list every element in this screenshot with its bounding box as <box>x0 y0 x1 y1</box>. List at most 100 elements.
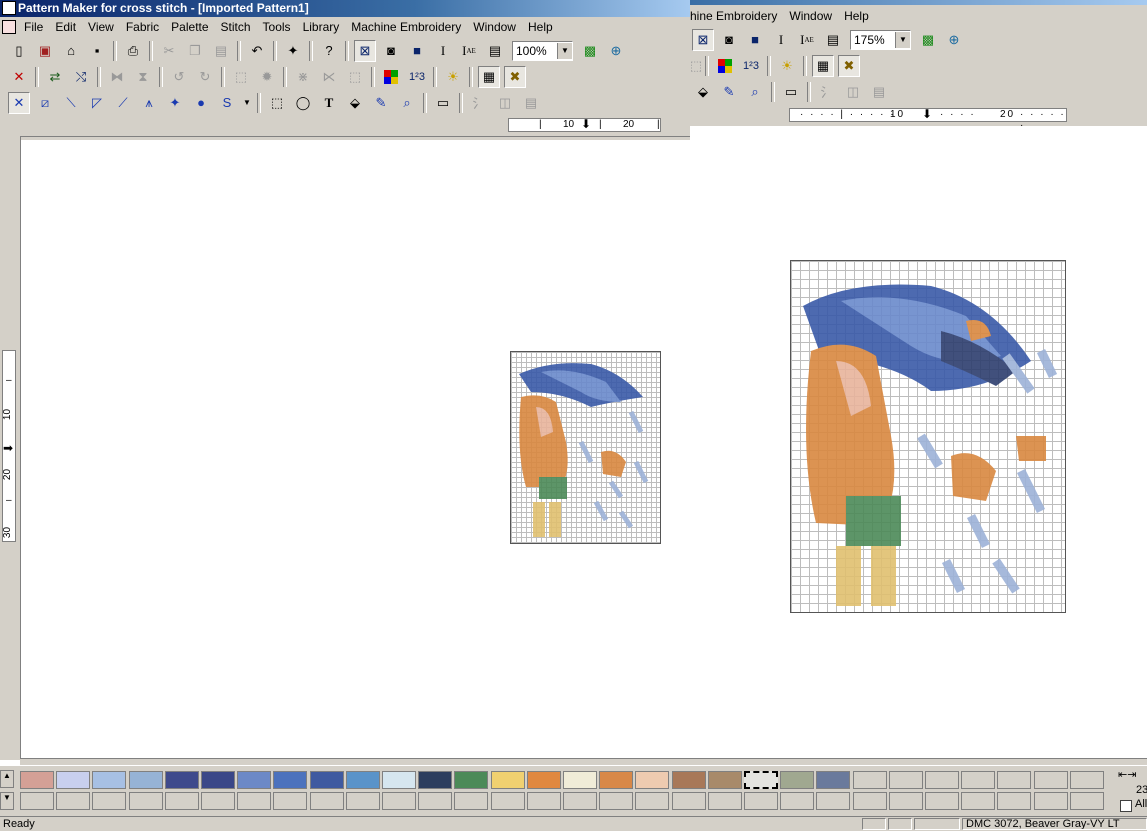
zoom-select-right[interactable]: 175% ▼ <box>850 29 911 50</box>
print-icon[interactable]: ⎙ <box>122 40 144 62</box>
menu-file[interactable]: File <box>18 20 49 34</box>
palette-swatch[interactable] <box>925 771 959 789</box>
palette-nav-arrows-icon[interactable]: ⇤⇥ <box>1118 768 1146 782</box>
cross-icon[interactable]: ✖ <box>504 65 526 88</box>
palette-swatch[interactable] <box>128 771 163 789</box>
quarter-stitch-icon[interactable]: ⟍ <box>60 92 82 114</box>
french-knot-icon[interactable]: ⩚ <box>138 92 160 114</box>
palette-swatch[interactable] <box>418 771 453 789</box>
palette-swatch[interactable] <box>201 771 235 789</box>
palette-swatch[interactable] <box>997 771 1032 789</box>
palette-swatch[interactable] <box>852 771 887 789</box>
erase-icon[interactable]: ⺡ <box>816 81 838 103</box>
numbers-icon[interactable]: 1²3 <box>406 66 428 88</box>
palette-swatch[interactable] <box>56 771 91 789</box>
mirror-icon[interactable]: ⋇ <box>292 66 314 88</box>
palette-swatch-empty[interactable] <box>599 792 634 810</box>
menu-stitch[interactable]: Stitch <box>215 20 257 34</box>
import-icon[interactable]: ▣ <box>34 40 56 62</box>
palette-swatch-empty[interactable] <box>635 792 670 810</box>
palette-swatch[interactable] <box>816 771 851 789</box>
palette-swatch[interactable] <box>671 771 706 789</box>
notes-icon[interactable]: ▤ <box>484 40 506 62</box>
palette-swatch-empty[interactable] <box>382 792 416 810</box>
wizard-icon[interactable]: ✦ <box>282 40 304 62</box>
palette-swatch-empty[interactable] <box>418 792 453 810</box>
palette-swatch-empty[interactable] <box>164 792 199 810</box>
fit-icon[interactable]: ▩ <box>917 29 939 51</box>
font-icon[interactable]: I AE <box>796 29 818 51</box>
rect-select-icon[interactable]: ⬚ <box>266 92 288 114</box>
cut-icon[interactable]: ✂ <box>158 40 180 62</box>
palette-swatch-empty[interactable] <box>961 792 996 810</box>
palette-swatch[interactable] <box>780 771 815 789</box>
palette-swatch-empty[interactable] <box>925 792 959 810</box>
block-view-icon[interactable]: ■ <box>406 40 428 62</box>
palette-swatch-empty[interactable] <box>237 792 272 810</box>
half-stitch-icon[interactable]: ⧄ <box>34 92 56 114</box>
undo-icon[interactable]: ↶ <box>246 40 268 62</box>
palette-swatch[interactable] <box>92 771 127 789</box>
menu-fabric[interactable]: Fabric <box>120 20 165 34</box>
palette-swatch[interactable] <box>1033 771 1068 789</box>
block-view-icon[interactable]: ■ <box>744 29 766 51</box>
palette-swatch-empty[interactable] <box>56 792 91 810</box>
menu-window-right[interactable]: Window <box>783 9 838 23</box>
delete-icon[interactable]: ✕ <box>8 66 30 88</box>
palette-swatch[interactable] <box>164 771 199 789</box>
palette-swatch-empty[interactable] <box>997 792 1032 810</box>
chevron-down-icon[interactable]: ▼ <box>242 92 252 114</box>
erase-icon[interactable]: ⺡ <box>468 92 490 114</box>
menu-window[interactable]: Window <box>467 20 522 34</box>
mirror-2-icon[interactable]: ⋉ <box>318 66 340 88</box>
help-icon[interactable]: ? <box>318 40 340 62</box>
palette-icon[interactable] <box>380 66 402 88</box>
palette-swatch-empty[interactable] <box>780 792 815 810</box>
full-stitch-view-icon[interactable]: ⊠ <box>692 28 714 51</box>
palette-icon[interactable] <box>714 55 736 77</box>
eyedropper-icon[interactable]: ✎ <box>718 81 740 103</box>
palette-swatch-empty[interactable] <box>128 792 163 810</box>
new-icon[interactable]: ▯ <box>8 40 30 62</box>
stitch-dot-icon[interactable]: ● <box>190 92 212 114</box>
palette-swatch[interactable] <box>563 771 597 789</box>
palette-swatch[interactable] <box>526 771 561 789</box>
palette-swatch-empty[interactable] <box>309 792 344 810</box>
menu-edit[interactable]: Edit <box>49 20 82 34</box>
select-area-icon[interactable]: ⬚ <box>230 66 252 88</box>
palette-swatch-empty[interactable] <box>345 792 380 810</box>
rotate-right-icon[interactable]: ↻ <box>194 66 216 88</box>
zoom-select[interactable]: 100% ▼ <box>512 40 573 61</box>
palette-swatch-empty[interactable] <box>816 792 851 810</box>
palette-swatch-empty[interactable] <box>563 792 597 810</box>
full-stitch-icon[interactable]: ✕ <box>8 91 30 114</box>
split-icon[interactable]: ◫ <box>842 81 864 103</box>
bead-icon[interactable]: ✦ <box>164 92 186 114</box>
menu-help[interactable]: Help <box>522 20 559 34</box>
doc-icon[interactable] <box>2 20 16 34</box>
palette-swatch-empty[interactable] <box>490 792 525 810</box>
machine-icon[interactable]: ▭ <box>780 81 802 103</box>
split-icon[interactable]: ◫ <box>494 92 516 114</box>
eyedropper-icon[interactable]: ✎ <box>370 92 392 114</box>
palette-scroll-up-icon[interactable]: ▲ <box>0 770 14 788</box>
grid-icon[interactable]: ▦ <box>812 54 834 77</box>
notes-icon[interactable]: ▤ <box>822 29 844 51</box>
palette-swatch[interactable] <box>635 771 670 789</box>
palette-swatch[interactable] <box>599 771 634 789</box>
palette-swatch-empty[interactable] <box>707 792 742 810</box>
pages-icon[interactable]: ▤ <box>520 92 542 114</box>
machine-icon[interactable]: ▭ <box>432 92 454 114</box>
sun-icon[interactable]: ☀ <box>776 55 798 77</box>
magnifier-icon[interactable]: ⌕ <box>744 81 766 103</box>
pattern-preview-small[interactable] <box>510 351 661 544</box>
flip-h-icon[interactable]: ⧓ <box>106 66 128 88</box>
lasso-icon[interactable]: ◯ <box>292 92 314 114</box>
fill-icon[interactable]: ⬙ <box>692 81 714 103</box>
palette-swatch[interactable] <box>1069 771 1104 789</box>
palette-swatch-empty[interactable] <box>1069 792 1104 810</box>
palette-swatch-empty[interactable] <box>888 792 923 810</box>
menu-help-right[interactable]: Help <box>838 9 875 23</box>
palette-swatch-empty[interactable] <box>526 792 561 810</box>
sun-icon[interactable]: ☀ <box>442 66 464 88</box>
